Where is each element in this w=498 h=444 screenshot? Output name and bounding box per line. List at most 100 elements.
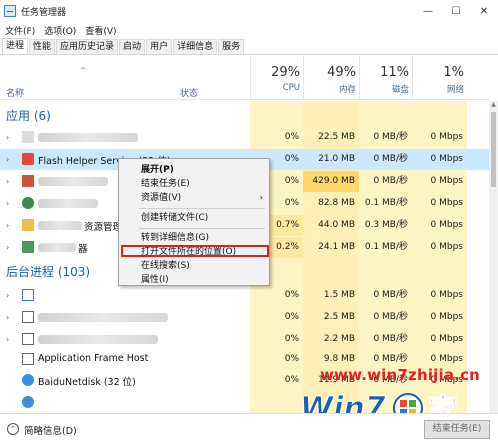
- disk-cell: 0 MB/秒: [373, 290, 408, 300]
- network-total: 1%: [443, 65, 464, 80]
- menu-view[interactable]: 查看(V): [80, 24, 120, 37]
- blurred-name: [38, 199, 98, 208]
- menu-file[interactable]: 文件(F): [0, 24, 39, 37]
- status-bar: ⌃ 简略信息(D) 结束任务(E): [0, 413, 498, 444]
- menu-separator: [139, 228, 265, 229]
- memory-cell: 21.0 MB: [318, 154, 355, 164]
- scroll-up-icon[interactable]: ▲: [489, 101, 498, 111]
- network-cell: 0 Mbps: [430, 176, 463, 186]
- app-icon: [22, 396, 34, 408]
- window-controls: — ☐ ✕: [414, 0, 498, 22]
- disk-cell: 0.3 MB/秒: [364, 220, 408, 230]
- memory-total: 49%: [327, 65, 356, 80]
- menu-item-end-task[interactable]: 结束任务(E): [119, 177, 269, 191]
- process-name: BaiduNetdisk (32 位): [38, 377, 136, 388]
- expand-chevron-icon[interactable]: ›: [6, 243, 9, 252]
- tab-app-history[interactable]: 应用历史记录: [56, 39, 119, 54]
- disk-label: 磁盘: [391, 85, 409, 95]
- network-cell: 0 Mbps: [430, 198, 463, 208]
- menu-item-create-dump[interactable]: 创建转储文件(C): [119, 211, 269, 225]
- table-row[interactable]: › 0% 2.2 MB 0 MB/秒 0 Mbps: [0, 329, 489, 350]
- expand-chevron-icon[interactable]: ›: [6, 199, 9, 208]
- disk-cell: 0 MB/秒: [373, 334, 408, 344]
- menu-item-properties[interactable]: 属性(I): [119, 273, 269, 286]
- memory-cell: 429.0 MB: [303, 171, 359, 192]
- submenu-arrow-icon: ›: [259, 193, 263, 202]
- cpu-cell: 0%: [284, 290, 299, 300]
- group-title-background: 后台进程 (103): [6, 265, 91, 279]
- end-task-button[interactable]: 结束任务(E): [424, 420, 490, 439]
- fewer-details-link[interactable]: 简略信息(D): [24, 423, 77, 437]
- menu-separator: [139, 208, 265, 209]
- header-disk[interactable]: 11% 磁盘: [359, 56, 412, 100]
- app-icon: [22, 241, 34, 253]
- blurred-name: [38, 335, 158, 344]
- blurred-name: [38, 313, 168, 322]
- expand-chevron-icon[interactable]: ›: [6, 335, 9, 344]
- menu-item-expand[interactable]: 展开(P): [119, 163, 269, 177]
- expand-chevron-icon[interactable]: ›: [6, 177, 9, 186]
- tab-strip: 进程 性能 应用历史记录 启动 用户 详细信息 服务: [0, 38, 498, 55]
- blurred-name: [38, 221, 82, 230]
- blurred-name: [38, 133, 138, 142]
- flash-icon: [22, 153, 34, 165]
- expand-chevron-icon[interactable]: ›: [6, 221, 9, 230]
- menu-item-go-to-details[interactable]: 转到详细信息(G): [119, 231, 269, 245]
- table-row[interactable]: › 0% 2.5 MB 0 MB/秒 0 Mbps: [0, 307, 489, 328]
- task-manager-icon: [4, 5, 16, 17]
- cpu-cell: 0%: [284, 132, 299, 142]
- header-network[interactable]: 1% 网络: [412, 56, 467, 100]
- tab-performance[interactable]: 性能: [29, 39, 56, 54]
- context-menu: 展开(P) 结束任务(E) 资源值(V) › 创建转储文件(C) 转到详细信息(…: [118, 158, 270, 286]
- header-cpu[interactable]: 29% CPU: [250, 56, 303, 100]
- tab-users[interactable]: 用户: [146, 39, 173, 54]
- window-title: 任务管理器: [21, 7, 67, 18]
- collapse-icon[interactable]: ⌃: [7, 423, 19, 435]
- tab-startup[interactable]: 启动: [119, 39, 146, 54]
- memory-cell: 22.5 MB: [318, 132, 355, 142]
- expand-chevron-icon[interactable]: ›: [6, 313, 9, 322]
- window-icon: [22, 311, 34, 323]
- header-status[interactable]: 状态: [180, 86, 198, 99]
- network-cell: 0 Mbps: [430, 154, 463, 164]
- disk-cell: 0 MB/秒: [373, 312, 408, 322]
- tab-details[interactable]: 详细信息: [173, 39, 218, 54]
- network-label: 网络: [446, 85, 464, 95]
- memory-cell: 44.0 MB: [318, 220, 355, 230]
- folder-icon: [22, 219, 34, 231]
- header-name[interactable]: 名称: [6, 86, 24, 99]
- header-memory[interactable]: 49% 内存: [303, 56, 359, 100]
- disk-cell: 0.1 MB/秒: [364, 198, 408, 208]
- column-header: ^ 名称 状态 29% CPU 49% 内存 11% 磁盘 1% 网络: [0, 56, 489, 100]
- expand-chevron-icon[interactable]: ›: [6, 133, 9, 142]
- expand-chevron-icon[interactable]: ›: [6, 155, 9, 164]
- tab-processes[interactable]: 进程: [2, 38, 29, 54]
- app-icon: [22, 131, 34, 143]
- tab-services[interactable]: 服务: [218, 39, 245, 54]
- sort-arrow-icon[interactable]: ^: [80, 66, 87, 75]
- close-button[interactable]: ✕: [470, 0, 498, 22]
- menu-bar: 文件(F) 选项(O) 查看(V): [0, 22, 121, 38]
- cpu-total: 29%: [271, 65, 300, 80]
- expand-chevron-icon[interactable]: ›: [6, 291, 9, 300]
- memory-cell: 82.8 MB: [318, 198, 355, 208]
- minimize-button[interactable]: —: [414, 0, 442, 22]
- maximize-button[interactable]: ☐: [442, 0, 470, 22]
- disk-total: 11%: [380, 65, 409, 80]
- blurred-name: [38, 177, 108, 186]
- cpu-label: CPU: [282, 83, 300, 93]
- menu-item-resource-values[interactable]: 资源值(V) ›: [119, 191, 269, 205]
- scroll-thumb[interactable]: [491, 112, 496, 187]
- cpu-cell: 0%: [284, 312, 299, 322]
- disk-cell: 0 MB/秒: [373, 154, 408, 164]
- table-row[interactable]: › 0% 1.5 MB 0 MB/秒 0 Mbps: [0, 285, 489, 306]
- network-cell: 0 Mbps: [430, 132, 463, 142]
- network-cell: 0 Mbps: [430, 334, 463, 344]
- watermark-url: www.win7zhijia.cn: [320, 366, 481, 384]
- menu-item-search-online[interactable]: 在线搜索(S): [119, 259, 269, 273]
- group-header-apps: 应用 (6): [0, 105, 489, 126]
- menu-options[interactable]: 选项(O): [39, 24, 80, 37]
- memory-cell: 1.5 MB: [323, 290, 355, 300]
- memory-cell: 2.2 MB: [323, 334, 355, 344]
- table-row[interactable]: › 0% 22.5 MB 0 MB/秒 0 Mbps: [0, 127, 489, 148]
